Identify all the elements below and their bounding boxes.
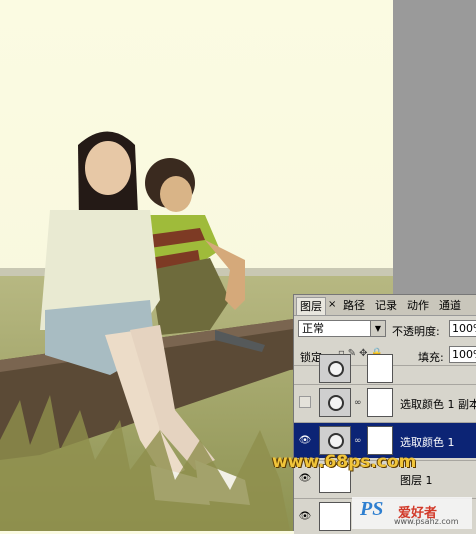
layer-name: 选取颜色 1 — [400, 436, 455, 449]
ps-logo: PS 爱好者 www.psahz.com — [352, 497, 472, 529]
link-icon: ∞ — [354, 398, 362, 408]
layer-row-selective-color-copy[interactable]: ∞ 选取颜色 1 副本 — [294, 384, 476, 420]
blend-mode-select[interactable]: 正常 ▼ — [298, 320, 386, 337]
tab-actions[interactable]: 动作 — [404, 297, 432, 314]
tab-layers[interactable]: 图层 — [296, 297, 326, 315]
blend-mode-value: 正常 — [302, 322, 324, 335]
tab-history[interactable]: 记录 — [372, 297, 400, 314]
blend-row: 正常 ▼ 不透明度: 100% — [294, 317, 476, 341]
layer-name: 图层 1 — [400, 474, 433, 487]
tab-channels[interactable]: 通道 — [436, 297, 464, 314]
logo-url: www.psahz.com — [394, 517, 459, 526]
adjustment-layer-icon — [319, 426, 351, 455]
close-icon[interactable]: × — [328, 299, 336, 310]
opacity-input[interactable]: 100% — [449, 320, 476, 337]
layers-panel: 图层 × 路径 记录 动作 通道 正常 ▼ 不透明度: 100% 锁定: ▫✎✥… — [293, 294, 476, 534]
layer-thumbnail — [319, 354, 351, 383]
chevron-down-icon[interactable]: ▼ — [370, 321, 385, 336]
visibility-toggle-empty[interactable] — [299, 396, 311, 408]
fill-label: 填充: — [418, 351, 444, 364]
opacity-label: 不透明度: — [392, 325, 440, 338]
canvas-gray-area — [393, 0, 476, 294]
layer-mask-thumbnail — [367, 388, 393, 417]
layer-name: 选取颜色 1 副本 — [400, 398, 476, 411]
eye-icon[interactable]: 👁 — [298, 510, 312, 523]
eye-icon[interactable]: 👁 — [298, 472, 312, 485]
layer-thumbnail — [319, 502, 351, 531]
adjustment-layer-icon — [319, 388, 351, 417]
watermark-text: www.68ps.com — [272, 452, 417, 472]
panel-tabs: 图层 × 路径 记录 动作 通道 — [294, 295, 476, 316]
layer-mask-thumbnail — [367, 426, 393, 455]
tab-paths[interactable]: 路径 — [340, 297, 368, 314]
fill-input[interactable]: 100% — [449, 346, 476, 363]
eye-icon[interactable]: 👁 — [298, 434, 312, 447]
link-icon: ∞ — [354, 436, 362, 446]
layer-mask-thumbnail — [367, 354, 393, 383]
logo-ps: PS — [360, 498, 384, 520]
layer-row-partial[interactable] — [294, 354, 476, 383]
